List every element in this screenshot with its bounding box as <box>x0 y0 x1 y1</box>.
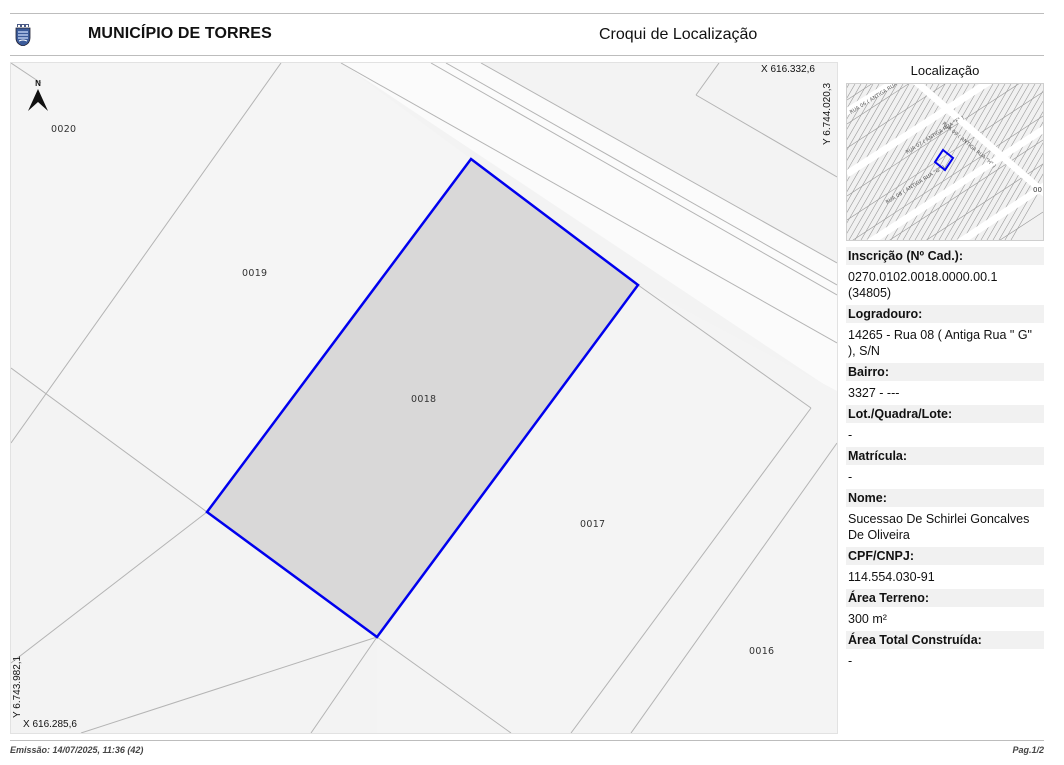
header-rule <box>10 55 1044 56</box>
area-construida-label: Área Total Construída: <box>846 631 1044 649</box>
municipal-coat-of-arms-icon <box>15 24 31 46</box>
svg-text:N: N <box>35 79 41 88</box>
matricula-label: Matrícula: <box>846 447 1044 465</box>
coord-bottom-x: X 616.285,6 <box>23 719 77 730</box>
top-rule <box>10 13 1044 14</box>
cpf-label: CPF/CNPJ: <box>846 547 1044 565</box>
nome-value: Sucessao De Schirlei Goncalves De Olivei… <box>848 512 1030 542</box>
info-panel: Localização RUA 06 ( ANTIGA RUA "E" ) RU… <box>846 62 1044 673</box>
inscricao-label: Inscrição (Nº Cad.): <box>846 247 1044 265</box>
coord-bottom-y: Y 6.743.982,1 <box>12 655 23 718</box>
page-number: Pag.1/2 <box>1012 745 1044 755</box>
logradouro-value: 14265 - Rua 08 ( Antiga Rua " G" ), S/N <box>848 328 1032 358</box>
coord-top-x: X 616.332,6 <box>761 64 815 75</box>
minimap-svg: RUA 06 ( ANTIGA RUA "E" ) RUA 07 ( ANTIG… <box>847 84 1043 240</box>
area-terreno-label: Área Terreno: <box>846 589 1044 607</box>
lote-value: - <box>848 428 853 442</box>
location-title: Localização <box>910 63 980 78</box>
bairro-label: Bairro: <box>846 363 1044 381</box>
matricula-value: - <box>848 470 853 484</box>
coord-top-y: Y 6.744.020,3 <box>822 82 833 145</box>
minimap-street-labels: RUA 06 ( ANTIGA RUA "E" ) RUA 07 ( ANTIG… <box>849 84 997 206</box>
parcel-label-0016: 0016 <box>749 646 774 657</box>
document-title: Croqui de Localização <box>599 26 758 43</box>
footer-rule <box>10 740 1044 741</box>
minimap-side-label: 00 <box>1033 186 1042 194</box>
parcel-map: 0020 0019 0018 0017 0016 <box>11 63 837 733</box>
emission-timestamp: Emissão: 14/07/2025, 11:36 (42) <box>10 745 144 755</box>
logradouro-label: Logradouro: <box>846 305 1044 323</box>
parcel-label-0019: 0019 <box>242 268 267 279</box>
area-construida-value: - <box>848 654 853 668</box>
map-view[interactable]: 0020 0019 0018 0017 0016 N X 616.332,6 Y… <box>10 62 838 734</box>
lote-label: Lot./Quadra/Lote: <box>846 405 1044 423</box>
parcel-label-0017: 0017 <box>580 519 605 530</box>
municipality-name: MUNICÍPIO DE TORRES <box>88 25 272 42</box>
bairro-value: 3327 - --- <box>848 386 900 400</box>
nome-label: Nome: <box>846 489 1044 507</box>
area-terreno-value: 300 m² <box>848 612 887 626</box>
parcel-details: Inscrição (Nº Cad.): 0270.0102.0018.0000… <box>846 247 1044 673</box>
minimap-streets <box>847 84 1043 240</box>
location-minimap[interactable]: RUA 06 ( ANTIGA RUA "E" ) RUA 07 ( ANTIG… <box>846 83 1044 241</box>
inscricao-value: 0270.0102.0018.0000.00.1 (34805) <box>848 270 998 300</box>
north-arrow-icon: N <box>28 79 48 111</box>
parcel-label-0018: 0018 <box>411 394 436 405</box>
parcel-label-0020: 0020 <box>51 124 76 135</box>
cpf-value: 114.554.030-91 <box>848 570 935 584</box>
